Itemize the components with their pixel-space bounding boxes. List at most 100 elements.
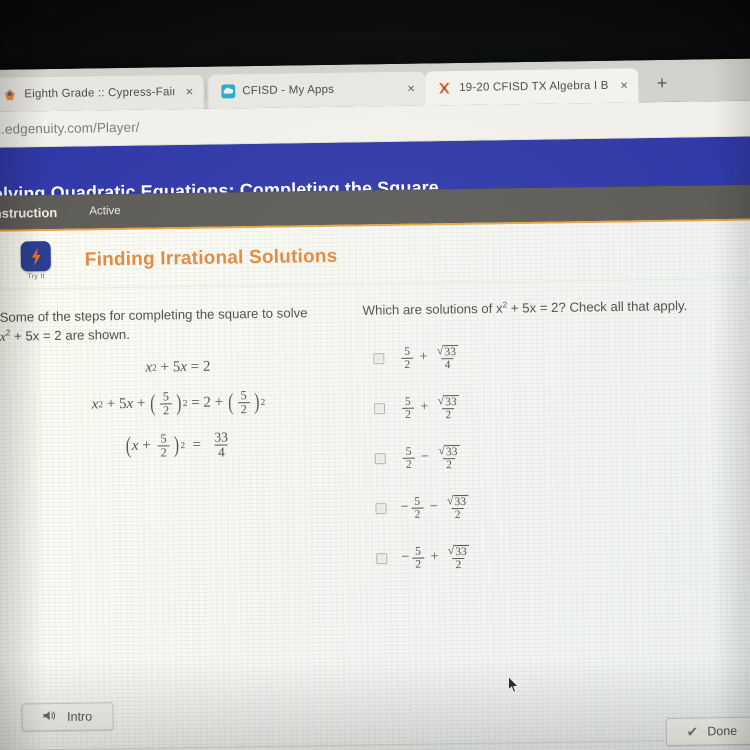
tab-divider (205, 81, 207, 102)
intro-button[interactable]: Intro (21, 702, 114, 732)
browser-tab-2[interactable]: CFISD - My Apps × (208, 71, 426, 109)
browser-tab-2-title: CFISD - My Apps (242, 83, 335, 98)
intro-button-label: Intro (66, 709, 93, 724)
question-pre: Which are solutions of (362, 300, 497, 318)
browser-tab-3-title: 19-20 CFISD TX Algebra I B Onli (459, 79, 609, 94)
answer-option-3[interactable]: 5 2 − √ 33 2 (364, 428, 742, 484)
lesson-content: Try It Finding Irrational Solutions Some… (0, 218, 750, 750)
opt4-radical: √ 33 (444, 493, 471, 509)
checkbox-icon[interactable] (376, 552, 388, 565)
opt3-radical: √ 33 (435, 443, 462, 459)
step3-den: 2 (157, 445, 170, 460)
photographed-screen: Eighth Grade :: Cypress-Fairban × CFISD … (0, 0, 750, 750)
opt1-a-den: 2 (401, 357, 414, 371)
new-tab-button[interactable]: + (648, 70, 676, 98)
solution-step-3: ( x + 5 2 ) 2 = 33 4 (1, 429, 356, 464)
step2-group-rhs: ( 5 2 ) 2 (227, 388, 266, 417)
step2-num-rhs: 5 (240, 388, 247, 403)
step2-den-rhs: 2 (237, 402, 251, 416)
solution-step-2: x2 + 5x + ( 5 2 ) 2 = 2 + (5 2) 2 (91, 388, 266, 418)
tab-active[interactable]: Active (89, 205, 121, 217)
try-it-badge: Try It (13, 241, 60, 281)
answer-option-2-math: 5 2 + √ 33 2 (399, 393, 465, 422)
step3-rhs-den: 4 (214, 444, 228, 461)
opt3-a-den: 2 (402, 457, 415, 471)
opt3-radicand: 33 (444, 444, 460, 459)
step2-den-lhs: 2 (159, 403, 173, 418)
answer-option-5[interactable]: − 5 2 + √ 33 2 (366, 528, 744, 584)
close-icon[interactable]: × (403, 81, 419, 97)
edgenuity-icon (437, 81, 452, 96)
opt4-a-num: 5 (414, 495, 421, 508)
done-button[interactable]: ✔ Done (665, 716, 750, 746)
opt2-operator: + (420, 399, 429, 415)
answer-option-4-math: − 5 2 − √ 33 2 (400, 493, 474, 522)
answer-option-4[interactable]: − 5 2 − √ 33 2 (365, 478, 743, 534)
problem-prompt: Some of the steps for completing the squ… (0, 303, 355, 347)
browser-tab-1[interactable]: Eighth Grade :: Cypress-Fairban × (0, 74, 204, 112)
opt2-b-den: 2 (442, 407, 455, 422)
opt2-a-num: 5 (404, 395, 411, 408)
answer-option-5-math: − 5 2 + √ 33 2 (401, 543, 475, 572)
tab-instruction[interactable]: Instruction (0, 204, 57, 220)
prompt-line-2: + 5x = 2 are shown. (10, 327, 130, 344)
browser-tab-1-title: Eighth Grade :: Cypress-Fairban (24, 86, 175, 101)
try-it-caption: Try It (27, 273, 45, 281)
close-icon[interactable]: × (616, 77, 632, 93)
opt1-operator: + (419, 349, 428, 365)
prompt-line-1: Some of the steps for completing the squ… (0, 305, 308, 325)
activity-footer: Intro ✔ Done (0, 678, 750, 750)
answer-option-2[interactable]: 5 2 + √ 33 2 (364, 378, 742, 434)
speaker-icon (43, 709, 58, 725)
opt3-b-den: 2 (443, 457, 456, 472)
question-post: + 5x = 2? Check all that apply. (507, 298, 688, 316)
footer-divider (0, 738, 750, 750)
check-icon: ✔ (686, 723, 699, 740)
opt4-radicand: 33 (453, 494, 469, 509)
opt3-a-num: 5 (405, 445, 412, 458)
url-text: rn.edgenuity.com/Player/ (0, 119, 140, 137)
answer-option-1-math: 5 2 + √ 33 4 (398, 343, 464, 372)
step3-group: ( x + 5 2 ) 2 (125, 431, 186, 460)
lightning-bolt-icon (20, 241, 51, 272)
step1-rhs: 2 (202, 358, 211, 376)
checkbox-icon[interactable] (373, 353, 385, 365)
opt5-b-den: 2 (452, 557, 465, 572)
step2-group-exponent-rhs: 2 (260, 397, 266, 408)
problem-column: Some of the steps for completing the squ… (0, 303, 359, 590)
opt4-b-den: 2 (451, 507, 464, 522)
checkbox-icon[interactable] (375, 502, 387, 515)
checkbox-icon[interactable] (374, 453, 386, 465)
browser-tab-3[interactable]: 19-20 CFISD TX Algebra I B Onli × (424, 68, 639, 106)
checkbox-icon[interactable] (373, 403, 386, 415)
opt5-lead-sign: − (401, 550, 410, 566)
opt2-radical: √ 33 (434, 393, 461, 409)
opt2-radicand: 33 (444, 394, 459, 409)
browser-window: Eighth Grade :: Cypress-Fairban × CFISD … (0, 58, 750, 750)
answer-option-1[interactable]: 5 2 + √ 33 4 (363, 328, 741, 384)
close-icon[interactable]: × (181, 84, 197, 100)
question-text: Which are solutions of x2 + 5x = 2? Chec… (362, 297, 739, 318)
step3-rhs-num: 33 (214, 429, 229, 445)
opt5-radical: √ 33 (445, 543, 472, 558)
solution-step-1: x2 + 5x = 2 (145, 358, 211, 376)
answer-column: Which are solutions of x2 + 5x = 2? Chec… (354, 297, 743, 584)
opt4-lead-sign: − (400, 500, 409, 516)
opt5-operator: + (430, 549, 439, 565)
two-column-body: Some of the steps for completing the squ… (0, 278, 750, 589)
opt5-a-den: 2 (412, 557, 425, 571)
opt5-radicand: 33 (454, 544, 469, 558)
opt4-operator: − (429, 499, 438, 515)
cfisd-cloud-icon (220, 84, 235, 99)
step3-num: 5 (160, 431, 167, 446)
chrome-app-icon (2, 87, 17, 102)
page-title: Finding Irrational Solutions (84, 245, 338, 271)
answer-options-list: 5 2 + √ 33 4 5 2 + √ 33 2 5 2 − √ 33 2 −… (363, 328, 744, 584)
step2-num-lhs: 5 (162, 389, 170, 404)
solution-steps: x2 + 5x = 2 x2 + 5x + (5 2) 2 = 2 + (… (0, 357, 356, 463)
done-button-label: Done (707, 723, 738, 739)
step2-group-lhs: ( 5 2 ) 2 (150, 389, 188, 418)
opt1-a-num: 5 (404, 345, 411, 358)
opt1-radicand: 33 (443, 344, 459, 359)
opt5-a-num: 5 (415, 545, 421, 558)
